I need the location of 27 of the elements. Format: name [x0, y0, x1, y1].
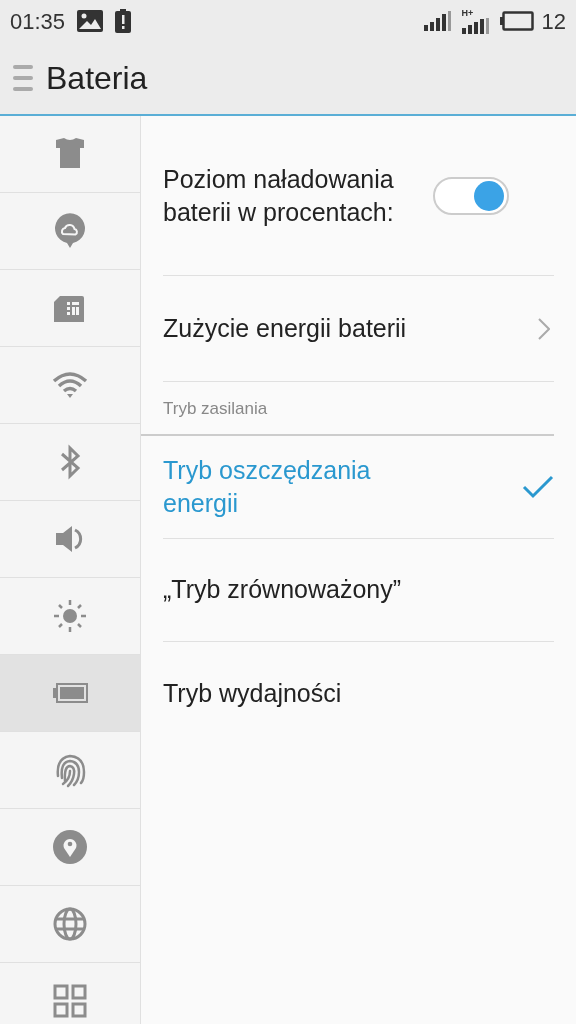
globe-icon	[52, 906, 88, 942]
page-title: Bateria	[46, 59, 148, 98]
image-icon	[77, 10, 104, 32]
option-label: „Tryb zrównoważony”	[163, 574, 402, 605]
option-label: Tryb wydajności	[163, 677, 342, 709]
apps-grid-icon	[52, 983, 88, 1019]
signal-icon	[461, 17, 490, 34]
network-type-label: H+	[461, 8, 474, 18]
option-row[interactable]: Tryb wydajności	[163, 641, 554, 745]
option-label: Tryb oszczędzania energii	[163, 454, 372, 519]
setting-label: Poziom naładowania baterii w procentach:	[163, 163, 395, 228]
checkmark-icon	[522, 474, 554, 499]
battery-alert-icon	[115, 9, 132, 33]
status-time: 01:35	[10, 7, 66, 36]
section-header: Tryb zasilania	[141, 382, 554, 436]
sidebar-item[interactable]	[0, 655, 140, 732]
battery-percent: 12	[541, 7, 566, 36]
setting-label: Zużycie energii baterii	[163, 313, 408, 344]
toggle-switch[interactable]	[433, 176, 509, 215]
chevron-right-icon	[538, 317, 550, 340]
cloud-icon	[52, 213, 88, 249]
menu-icon[interactable]	[13, 65, 33, 91]
option-row[interactable]: „Tryb zrównoważony”	[163, 538, 554, 642]
location-pin-icon	[52, 829, 88, 865]
brightness-icon	[52, 598, 88, 634]
battery-icon	[499, 11, 534, 31]
signal-icon	[423, 11, 452, 31]
